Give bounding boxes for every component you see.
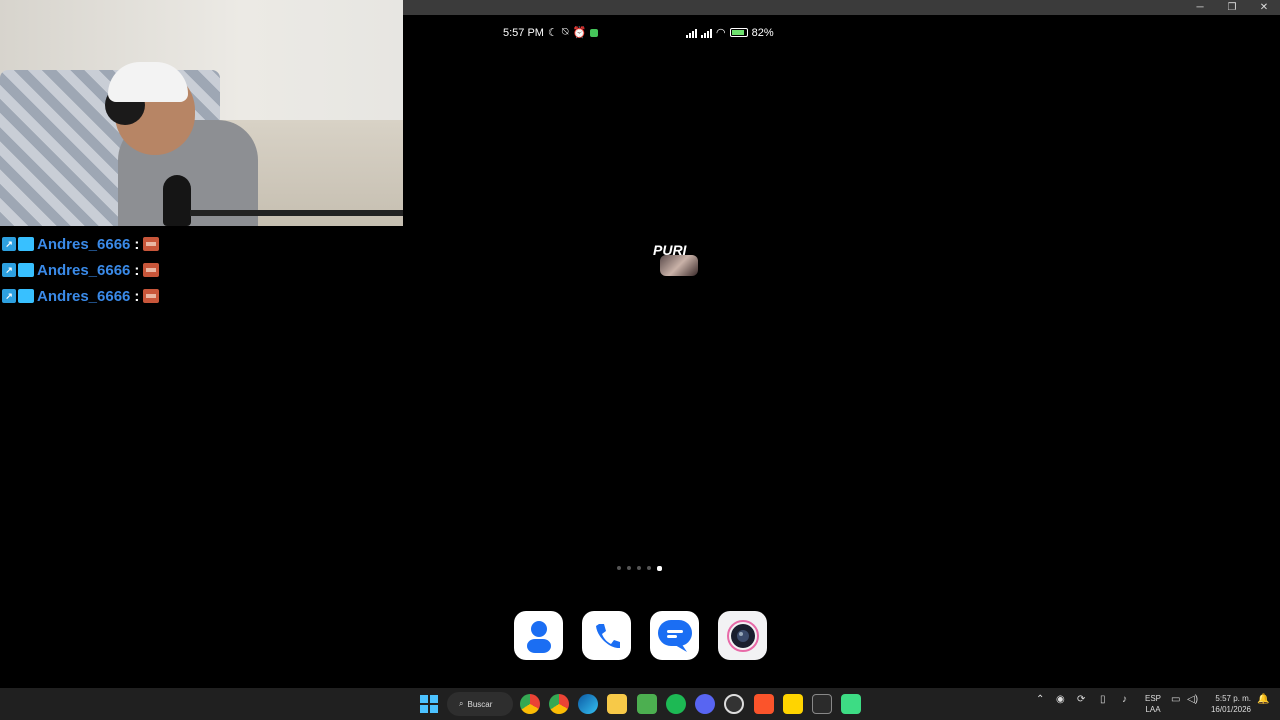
- notifications-icon[interactable]: 🔔: [1257, 694, 1269, 705]
- moon-icon: ☾: [547, 27, 558, 39]
- chat-username: Andres_6666: [37, 261, 131, 279]
- language-code: ESP: [1144, 694, 1161, 703]
- chat-separator: :: [134, 287, 140, 305]
- chevron-up-icon[interactable]: ⌃: [1036, 694, 1044, 705]
- chat-message: ↗ Andres_6666 :: [2, 257, 402, 283]
- input-language[interactable]: ESP LAA: [1143, 693, 1163, 715]
- chrome-icon[interactable]: [549, 694, 569, 714]
- widget-label: PURI: [653, 242, 687, 258]
- webcam-feed: [0, 0, 403, 226]
- page-dot-active: [657, 566, 662, 571]
- volume-icon[interactable]: ◁): [1187, 694, 1198, 705]
- badge-icon: ↗: [2, 263, 16, 277]
- alarm-icon: ⏰: [572, 27, 587, 39]
- badge-icon: [18, 237, 34, 251]
- emote-icon: [143, 289, 160, 303]
- camera-app-icon[interactable]: [718, 611, 767, 660]
- clock-date: 16/01/2026: [1210, 705, 1251, 714]
- signal-icon: [701, 28, 712, 38]
- clock-time: 5:57 p. m.: [1215, 694, 1251, 703]
- sticky-notes-icon[interactable]: [783, 694, 803, 714]
- notification-icon: [590, 28, 599, 37]
- spotify-icon[interactable]: [666, 694, 686, 714]
- chat-message: ↗ Andres_6666 :: [2, 283, 402, 309]
- obs-icon[interactable]: [724, 694, 744, 714]
- android-mirror-icon[interactable]: [841, 694, 861, 714]
- chat-username: Andres_6666: [37, 287, 131, 305]
- tray-app-icon[interactable]: ◉: [1056, 694, 1065, 705]
- search-icon: ⌕: [459, 699, 464, 708]
- bell-off-icon: ⍉: [561, 26, 569, 38]
- wifi-icon: ◠: [716, 27, 726, 39]
- layout-code: LAA: [1145, 705, 1161, 714]
- taskbar: ⌕ Buscar ⌃ ◉ ⟳ ▯ ♪ ESP LAA ▭ ◁) 5:57 p. …: [0, 688, 1280, 720]
- page-dot: [627, 566, 631, 570]
- window-titlebar: ─ ❐ ✕: [403, 0, 1280, 15]
- page-dot: [617, 566, 621, 570]
- display-icon[interactable]: ▭: [1171, 694, 1180, 705]
- phone-status-left: 5:57 PM ☾ ⍉ ⏰: [503, 26, 599, 39]
- signal-icon: [686, 28, 697, 38]
- emote-icon: [143, 263, 160, 277]
- discord-icon[interactable]: [695, 694, 715, 714]
- file-explorer-icon[interactable]: [607, 694, 627, 714]
- restore-button[interactable]: ❐: [1216, 0, 1248, 15]
- phone-app-icon[interactable]: [582, 611, 631, 660]
- badge-icon: ↗: [2, 289, 16, 303]
- page-indicator: [617, 566, 662, 571]
- battery-icon: [729, 28, 748, 37]
- contacts-app-icon[interactable]: [514, 611, 563, 660]
- close-button[interactable]: ✕: [1248, 0, 1280, 15]
- chat-username: Andres_6666: [37, 235, 131, 253]
- chat-overlay: ↗ Andres_6666 : ↗ Andres_6666 : ↗ Andres…: [2, 231, 402, 309]
- minecraft-icon[interactable]: [637, 694, 657, 714]
- home-widget[interactable]: PURI: [652, 242, 698, 276]
- widget-image: [660, 255, 698, 276]
- windows-start-icon[interactable]: [419, 694, 439, 714]
- battery-percent: 82%: [751, 26, 774, 39]
- badge-icon: [18, 263, 34, 277]
- screen: ↗ Andres_6666 : ↗ Andres_6666 : ↗ Andres…: [0, 0, 1280, 720]
- emote-icon: [143, 237, 160, 251]
- page-dot: [637, 566, 641, 570]
- phone-dock: [514, 611, 767, 660]
- taskbar-clock[interactable]: 5:57 p. m. 16/01/2026: [1205, 693, 1251, 715]
- minimize-button[interactable]: ─: [1184, 0, 1216, 15]
- taskbar-search[interactable]: ⌕ Buscar: [447, 692, 513, 716]
- phone-status-right: ◠ 82%: [686, 26, 774, 39]
- badge-icon: [18, 289, 34, 303]
- messages-app-icon[interactable]: [650, 611, 699, 660]
- brave-icon[interactable]: [754, 694, 774, 714]
- badge-icon: ↗: [2, 237, 16, 251]
- chat-separator: :: [134, 261, 140, 279]
- chat-message: ↗ Andres_6666 :: [2, 231, 402, 257]
- chrome-icon[interactable]: [520, 694, 540, 714]
- usb-icon[interactable]: ▯: [1100, 694, 1106, 705]
- page-dot: [647, 566, 651, 570]
- terminal-icon[interactable]: [812, 694, 832, 714]
- chat-separator: :: [134, 235, 140, 253]
- edge-icon[interactable]: [578, 694, 598, 714]
- microphone-icon[interactable]: ♪: [1122, 694, 1127, 705]
- search-label: Buscar: [467, 699, 493, 709]
- phone-time: 5:57 PM: [503, 26, 544, 39]
- sync-icon[interactable]: ⟳: [1077, 694, 1085, 705]
